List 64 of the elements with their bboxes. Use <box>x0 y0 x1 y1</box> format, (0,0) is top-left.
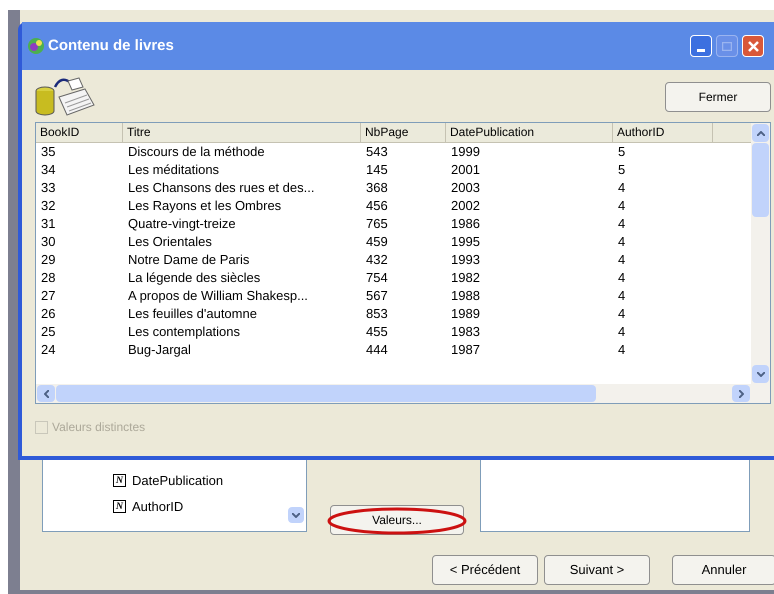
table-cell-text: Notre Dame de Paris <box>127 251 250 269</box>
table-cell-text: 25 <box>40 323 56 341</box>
table-cell-text: La légende des siècles <box>127 269 262 287</box>
table-cell-text: Bug-Jargal <box>127 341 192 359</box>
table-cell-text: 4 <box>617 323 626 341</box>
table-cell-text: 33 <box>40 179 56 197</box>
table-cell-text: 444 <box>365 341 389 359</box>
table-cell-text: Discours de la méthode <box>127 143 266 161</box>
table-cell-text: 432 <box>365 251 389 269</box>
table-cell-text: 1987 <box>450 341 481 359</box>
table-cell-text: 455 <box>365 323 389 341</box>
table-cell-text: 2002 <box>450 197 481 215</box>
table-cell-text: Les feuilles d'automne <box>127 305 258 323</box>
table-cell-text: 4 <box>617 251 626 269</box>
table-cell-text: 24 <box>40 341 56 359</box>
table-cell-text: Les méditations <box>127 161 220 179</box>
table-cell-text: 853 <box>365 305 389 323</box>
table-cell-text: 1986 <box>450 215 481 233</box>
table-cell-text: 4 <box>617 341 626 359</box>
window-title: Contenu de livres <box>48 36 174 56</box>
table-cell-text: Les Orientales <box>127 233 213 251</box>
table-cell-text: 4 <box>617 179 626 197</box>
table-cell-text: 1989 <box>450 305 481 323</box>
table-cell-text: 29 <box>40 251 56 269</box>
table-cell-text: 2001 <box>450 161 481 179</box>
table-cell-text: 567 <box>365 287 389 305</box>
table-cell-text: 1995 <box>450 233 481 251</box>
table-cell-text: 28 <box>40 269 56 287</box>
table-cell-text: 368 <box>365 179 389 197</box>
table-cell-text: 4 <box>617 233 626 251</box>
table-cell-text: Les Rayons et les Ombres <box>127 197 282 215</box>
table-cell-text: 1993 <box>450 251 481 269</box>
table-cell-text: 765 <box>365 215 389 233</box>
table-cell-text: 2003 <box>450 179 481 197</box>
table-cell-text: 32 <box>40 197 56 215</box>
table-cell-text: 30 <box>40 233 56 251</box>
table-cell-text: Les Chansons des rues et des... <box>127 179 316 197</box>
table-cell-text: 543 <box>365 143 389 161</box>
field-type-icon: N <box>113 474 126 488</box>
table-cell-text: 4 <box>617 197 626 215</box>
table-cell-text: 459 <box>365 233 389 251</box>
table-cell-text: 4 <box>617 215 626 233</box>
table-cell-text: 1988 <box>450 287 481 305</box>
table-cell-text: 754 <box>365 269 389 287</box>
table-cell-text: 5 <box>617 161 626 179</box>
field-type-icon: N <box>113 500 126 513</box>
table-cell-text: Les contemplations <box>127 323 242 341</box>
table-cell-text: 27 <box>40 287 56 305</box>
table-cell-text: 4 <box>617 269 626 287</box>
table-cell-text: 4 <box>617 287 626 305</box>
table-cell-text: 1982 <box>450 269 481 287</box>
table-cell-text: 31 <box>40 215 56 233</box>
table-cell-text: 35 <box>40 143 56 161</box>
checkbox-label: Valeurs distinctes <box>52 419 146 436</box>
table-cell-text: 145 <box>365 161 389 179</box>
table-cell-text: 1983 <box>450 323 481 341</box>
table-cell-text: 5 <box>617 143 626 161</box>
table-cell-text: 26 <box>40 305 56 323</box>
table-cell-text: 4 <box>617 305 626 323</box>
table-cell-text: 34 <box>40 161 56 179</box>
table-cell-text: A propos de William Shakesp... <box>127 287 309 305</box>
table-cell-text: 456 <box>365 197 389 215</box>
table-cell-text: Quatre-vingt-treize <box>127 215 237 233</box>
table-cell-text: 1999 <box>450 143 481 161</box>
